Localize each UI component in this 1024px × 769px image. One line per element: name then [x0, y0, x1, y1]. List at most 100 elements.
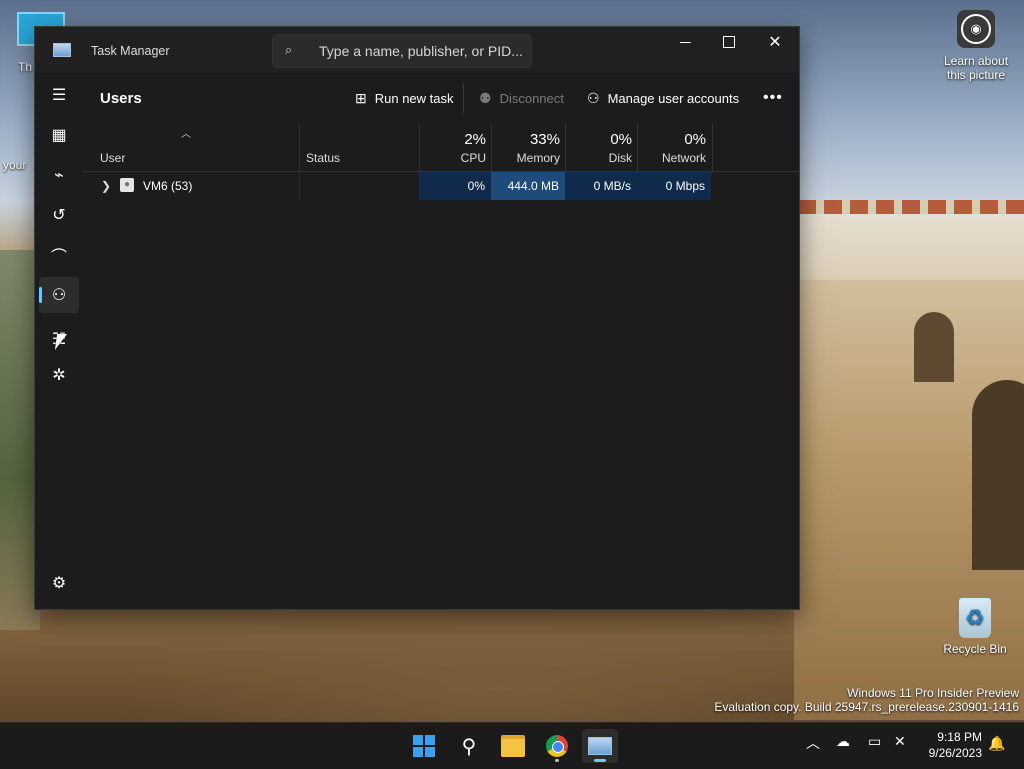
- wallpaper-arch-small: [914, 312, 954, 382]
- system-clock[interactable]: 9:18 PM 9/26/2023: [920, 729, 982, 761]
- minimize-button[interactable]: [663, 27, 707, 57]
- network-tray-button[interactable]: ▭: [868, 733, 881, 750]
- sidebar-item-app-history[interactable]: ↺: [39, 197, 79, 233]
- users-icon: ⚇: [51, 287, 67, 304]
- desktop-icon-partial-label-2: your: [3, 158, 27, 172]
- column-header-memory[interactable]: 33% Memory: [491, 123, 566, 171]
- watermark-line-2: Evaluation copy. Build 25947.rs_prerelea…: [714, 700, 1019, 714]
- column-header-network[interactable]: 0% Network: [637, 123, 713, 171]
- maximize-icon: [723, 36, 735, 48]
- cpu-total-percent: 2%: [464, 131, 486, 148]
- sidebar-item-users[interactable]: ⚇: [39, 277, 79, 313]
- run-new-task-button[interactable]: ⊞ Run new task: [355, 83, 454, 113]
- column-header-disk[interactable]: 0% Disk: [565, 123, 638, 171]
- bell-icon: 🔔: [988, 735, 1006, 751]
- evaluation-watermark: Windows 11 Pro Insider Preview Evaluatio…: [714, 686, 1019, 714]
- windows-logo-icon: [413, 735, 435, 757]
- title-bar[interactable]: Task Manager ⌕ ✕: [35, 27, 799, 73]
- sidebar-item-performance[interactable]: ⌁: [39, 157, 79, 193]
- command-separator: [463, 83, 464, 113]
- search-icon: ⌕: [285, 42, 293, 57]
- column-header-cpu-label: CPU: [460, 151, 486, 165]
- search-input[interactable]: [317, 40, 526, 62]
- disk-cell: 0 MB/s: [565, 172, 637, 200]
- startup-apps-icon: ⌒: [50, 249, 67, 266]
- close-button[interactable]: ✕: [753, 27, 797, 57]
- network-cell: 0 Mbps: [637, 172, 711, 200]
- notifications-button[interactable]: 🔔: [988, 735, 1005, 752]
- recycle-bin-icon: ♻: [959, 598, 991, 638]
- file-explorer-button[interactable]: [495, 729, 531, 763]
- watermark-line-1: Windows 11 Pro Insider Preview: [847, 686, 1019, 700]
- show-hidden-icons-button[interactable]: ︿: [806, 733, 820, 753]
- settings-icon: ⚙: [51, 575, 67, 592]
- sidebar-item-settings[interactable]: ⚙: [39, 565, 79, 601]
- wallpaper-town: [798, 200, 1024, 290]
- table-row[interactable]: ❯ ● VM6 (53) 0% 444.0 MB 0 MB/s 0 Mbps: [83, 172, 799, 200]
- memory-cell: 444.0 MB: [491, 172, 565, 200]
- sidebar-item-services[interactable]: ✲: [39, 357, 79, 393]
- column-header-user[interactable]: ︿ User: [91, 123, 299, 171]
- more-options-icon: •••: [763, 89, 783, 106]
- maximize-button[interactable]: [707, 27, 751, 57]
- disk-total-percent: 0%: [610, 131, 632, 148]
- recycle-bin-desktop-icon[interactable]: ♻ Recycle Bin: [940, 598, 1010, 656]
- taskbar-search-button[interactable]: ⚲: [451, 729, 487, 763]
- run-new-task-label: Run new task: [374, 90, 454, 106]
- column-header-user-label: User: [100, 151, 126, 165]
- cloud-icon: ☁: [836, 733, 850, 749]
- manage-user-accounts-button[interactable]: ⚇ Manage user accounts: [587, 83, 739, 113]
- sidebar-item-startup-apps[interactable]: ⌒: [39, 237, 79, 273]
- sort-ascending-icon: ︿: [181, 129, 191, 140]
- chrome-icon: [546, 735, 568, 757]
- network-value: 0 Mbps: [665, 179, 705, 193]
- user-status: [299, 172, 420, 200]
- column-header-cpu[interactable]: 2% CPU: [419, 123, 492, 171]
- minimize-icon: [679, 41, 691, 43]
- performance-icon: ⌁: [54, 167, 64, 184]
- recycle-bin-label: Recycle Bin: [943, 642, 1007, 656]
- active-app-indicator: [594, 759, 606, 762]
- column-header-status-label: Status: [306, 151, 341, 165]
- expand-chevron-icon[interactable]: ❯: [101, 172, 111, 200]
- task-manager-app-icon: [53, 43, 71, 57]
- chrome-button[interactable]: [539, 729, 575, 763]
- window-title: Task Manager: [91, 44, 170, 58]
- user-name: VM6 (53): [143, 179, 193, 193]
- user-accounts-icon: ⚇: [587, 89, 600, 106]
- clock-date: 9/26/2023: [928, 746, 982, 760]
- close-icon: ✕: [768, 34, 782, 51]
- network-total-percent: 0%: [684, 131, 706, 148]
- volume-tray-button[interactable]: ✕: [894, 733, 906, 750]
- sidebar-item-processes[interactable]: ▦: [39, 117, 79, 153]
- clock-time: 9:18 PM: [937, 730, 982, 744]
- chevron-up-icon: ︿: [806, 735, 820, 751]
- search-box[interactable]: ⌕: [272, 34, 532, 68]
- task-manager-window: Task Manager ⌕ ✕ ☰ ▦ ⌁ ↺ ⌒ ⚇ ☷ ✲ ⚙ Users…: [34, 26, 800, 610]
- user-avatar-icon: ●: [120, 178, 134, 192]
- display-icon: ▭: [868, 733, 882, 749]
- disk-value: 0 MB/s: [593, 179, 631, 193]
- run-task-icon: ⊞: [355, 89, 367, 106]
- more-options-button[interactable]: •••: [763, 83, 783, 113]
- cpu-value: 0%: [467, 179, 485, 193]
- learn-about-picture-desktop-icon[interactable]: ◉ Learn about this picture: [938, 10, 1014, 82]
- disconnect-button[interactable]: ⚉ Disconnect: [479, 83, 564, 113]
- page-title: Users: [100, 90, 142, 107]
- hamburger-menu-button[interactable]: ☰: [39, 77, 79, 113]
- task-manager-taskbar-button[interactable]: [582, 729, 618, 763]
- cpu-cell: 0%: [419, 172, 491, 200]
- column-header-status[interactable]: Status: [299, 123, 420, 171]
- app-history-icon: ↺: [52, 207, 66, 224]
- start-button[interactable]: [406, 729, 442, 763]
- task-manager-icon: [588, 737, 612, 755]
- disconnect-label: Disconnect: [499, 90, 564, 106]
- memory-total-percent: 33%: [529, 131, 560, 148]
- folder-icon: [501, 735, 525, 757]
- taskbar: ⚲ ︿ ☁ ▭ ✕ 9:18 PM 9/26/2023 🔔: [0, 722, 1024, 769]
- onedrive-tray-button[interactable]: ☁: [836, 733, 850, 750]
- column-header-network-label: Network: [661, 151, 706, 165]
- disconnect-icon: ⚉: [479, 89, 492, 106]
- camera-icon: ◉: [957, 10, 995, 48]
- search-icon: ⚲: [461, 735, 477, 758]
